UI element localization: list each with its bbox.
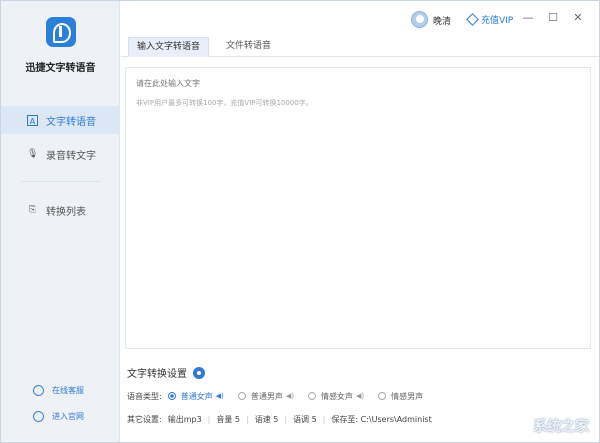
voice-option-male-emotion[interactable]: 情感男声 — [378, 391, 423, 402]
minimize-button[interactable]: — — [521, 11, 535, 25]
editor-placeholder: 请在此处输入文字 — [136, 79, 200, 88]
titlebar: 晚清 充值VIP — ☐ ✕ — [121, 1, 599, 37]
sidebar-item-label: 转换列表 — [46, 206, 86, 218]
text-a-icon: A — [27, 114, 38, 126]
pitch-setting[interactable]: 语调 5 — [293, 414, 317, 425]
output-format-setting[interactable]: 输出mp3 — [168, 414, 202, 425]
volume-setting[interactable]: 音量 5 — [216, 414, 240, 425]
sidebar-divider — [21, 181, 101, 182]
voice-option-label: 情感女声 — [320, 391, 353, 401]
voice-type-label: 语音类型: — [127, 391, 162, 401]
text-input-area[interactable]: 请在此处输入文字 非VIP用户最多可转换100字，充值VIP可转换10000字。 — [125, 67, 591, 349]
watermark: 系统之家 — [533, 419, 589, 435]
gear-icon[interactable] — [193, 366, 205, 379]
recharge-vip-button[interactable]: 充值VIP — [466, 13, 514, 26]
app-logo-icon — [46, 17, 76, 47]
voice-type-row: 语音类型: 普通女声 ◀) 普通男声 ◀) 情感女声 ◀) 情感男声 — [127, 390, 423, 402]
vip-label: 充值VIP — [481, 16, 514, 26]
speaker-icon[interactable]: ◀) — [216, 392, 224, 400]
voice-option-female-normal[interactable]: 普通女声 ◀) — [167, 391, 224, 402]
radio-icon — [307, 392, 316, 400]
microphone-icon: 🎙 — [27, 148, 39, 159]
sidebar-item-convert-list[interactable]: ⎘ 转换列表 — [1, 196, 120, 224]
file-convert-icon: ⎘ — [28, 204, 37, 215]
voice-option-label: 普通女声 — [180, 391, 213, 401]
voice-option-female-emotion[interactable]: 情感女声 ◀) — [307, 391, 364, 402]
diamond-icon — [466, 13, 479, 26]
other-settings-row: 其它设置: 输出mp3 | 音量 5 | 语速 5 | 语调 5 | 保存至: … — [127, 413, 432, 425]
other-settings-label: 其它设置: — [127, 414, 162, 424]
speaker-icon[interactable]: ◀) — [356, 392, 364, 400]
sidebar-item-record-to-text[interactable]: 🎙 录音转文字 — [1, 140, 120, 168]
sidebar-item-label: 文字转语音 — [46, 116, 96, 128]
divider: | — [246, 414, 249, 424]
divider: | — [207, 414, 211, 424]
save-path-setting[interactable]: 保存至: C:\Users\Administ — [331, 414, 431, 425]
app-title: 迅捷文字转语音 — [25, 63, 96, 74]
voice-option-label: 情感男声 — [391, 391, 424, 401]
tab-input-text-to-speech[interactable]: 输入文字转语音 — [128, 37, 210, 57]
voice-option-label: 普通男声 — [250, 391, 283, 401]
editor-hint: 非VIP用户最多可转换100字，充值VIP可转换10000字。 — [136, 99, 313, 107]
official-site-link[interactable]: 进入官网 — [33, 411, 84, 422]
headset-icon — [33, 385, 44, 396]
voice-option-male-normal[interactable]: 普通男声 ◀) — [237, 391, 294, 402]
avatar[interactable] — [411, 11, 428, 28]
close-button[interactable]: ✕ — [571, 11, 585, 25]
maximize-button[interactable]: ☐ — [546, 11, 560, 25]
radio-icon — [237, 392, 246, 400]
tab-bar: 输入文字转语音 文件转语音 — [121, 37, 599, 57]
sidebar-item-text-to-speech[interactable]: A 文字转语音 — [1, 106, 120, 134]
online-support-label: 在线客服 — [52, 386, 84, 395]
tab-file-to-speech[interactable]: 文件转语音 — [218, 37, 279, 57]
username[interactable]: 晚清 — [433, 14, 451, 27]
settings-title: 文字转换设置 — [127, 369, 187, 380]
globe-icon — [33, 411, 44, 422]
radio-icon — [378, 392, 387, 400]
divider: | — [322, 414, 326, 424]
speaker-icon[interactable]: ◀) — [286, 392, 294, 400]
radio-selected-icon — [167, 392, 176, 400]
sidebar-item-label: 录音转文字 — [46, 150, 96, 162]
conversion-settings-header: 文字转换设置 — [127, 365, 205, 380]
online-support-link[interactable]: 在线客服 — [33, 385, 84, 396]
official-site-label: 进入官网 — [52, 412, 84, 421]
sidebar: 迅捷文字转语音 A 文字转语音 🎙 录音转文字 ⎘ 转换列表 在线客服 进入官网 — [1, 1, 120, 442]
divider: | — [284, 414, 288, 424]
app-window: 迅捷文字转语音 A 文字转语音 🎙 录音转文字 ⎘ 转换列表 在线客服 进入官网… — [0, 0, 600, 443]
speed-setting[interactable]: 语速 5 — [255, 414, 279, 425]
